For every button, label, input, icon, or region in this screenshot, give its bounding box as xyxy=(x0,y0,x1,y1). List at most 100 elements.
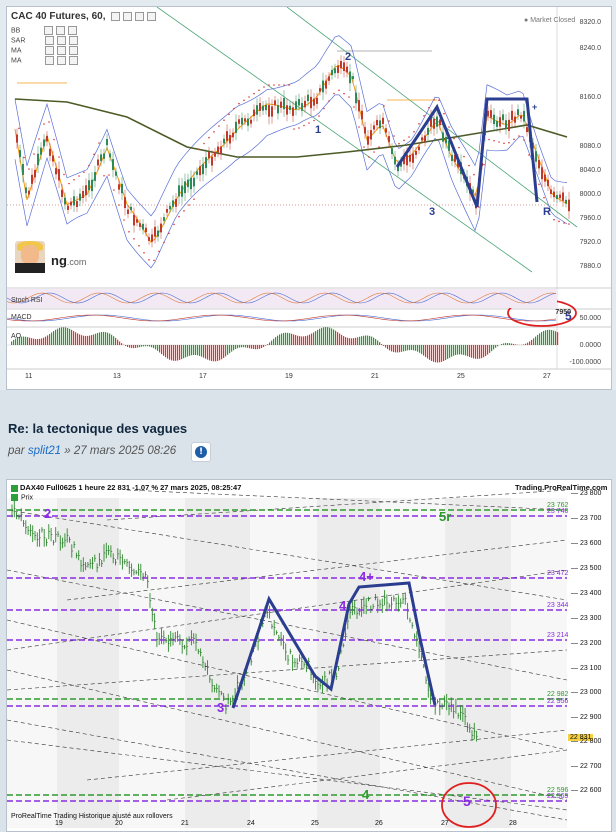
ao-bar xyxy=(271,341,272,345)
ao-bar xyxy=(267,344,268,345)
price-level-label: 23 472 xyxy=(547,570,568,577)
ao-bar xyxy=(329,328,330,345)
ao-bar xyxy=(23,337,24,345)
candle-body xyxy=(250,120,252,124)
price-level-label: 22 956 xyxy=(547,698,568,705)
indicator-sar[interactable]: SAR xyxy=(11,36,78,45)
ao-bar xyxy=(195,345,196,355)
ao-bar xyxy=(549,330,550,345)
bottom-wave-label-2: 2 xyxy=(44,506,51,521)
cac40-chart[interactable] xyxy=(7,7,611,389)
ao-bar xyxy=(353,338,354,345)
bottom-wave-label-4plus: 4+ xyxy=(359,569,374,584)
ao-bar xyxy=(319,329,320,345)
ao-bar xyxy=(371,337,372,345)
ao-bar xyxy=(203,345,204,358)
candle-body xyxy=(325,81,327,89)
post-title[interactable]: Re: la tectonique des vagues xyxy=(8,421,187,436)
quote-button[interactable]: ! xyxy=(191,442,211,462)
candle-body xyxy=(520,116,522,119)
bottom-chart-frame: DAX40 Full0625 1 heure 22 831 -1,07 % 27… xyxy=(6,479,612,832)
ao-bar xyxy=(241,345,242,347)
candle-body xyxy=(127,209,129,214)
candle-body xyxy=(262,106,264,111)
ao-bar xyxy=(437,345,438,363)
ao-bar xyxy=(147,345,148,346)
ao-bar xyxy=(425,345,426,357)
sar-dot xyxy=(298,127,300,129)
ao-bar xyxy=(29,338,30,345)
candle-body xyxy=(58,169,60,180)
eye-toggle-icon[interactable] xyxy=(111,12,120,21)
sar-dot xyxy=(313,120,315,122)
candle-body xyxy=(244,118,246,121)
candle-body xyxy=(307,95,309,101)
ao-bar xyxy=(97,333,98,345)
ao-bar xyxy=(69,329,70,345)
close-icon[interactable] xyxy=(135,12,144,21)
candle-body xyxy=(103,153,105,158)
ao-bar xyxy=(281,334,282,345)
y-axis-label: — 22 800 xyxy=(571,738,601,745)
candle-body xyxy=(193,178,195,187)
ao-bar xyxy=(361,336,362,345)
ao-bar xyxy=(337,332,338,345)
sar-dot xyxy=(468,165,470,167)
sar-dot xyxy=(258,90,260,92)
ao-zero-label: 0.0000 xyxy=(580,342,601,349)
chart-title: CAC 40 Futures, 60, xyxy=(11,11,156,22)
sar-dot xyxy=(68,183,70,185)
ao-bar xyxy=(171,345,172,360)
ao-bar xyxy=(129,345,130,348)
indicator-bb[interactable]: BB xyxy=(11,26,77,35)
candle-body xyxy=(526,127,528,132)
ao-bar xyxy=(279,334,280,345)
candle-body xyxy=(364,127,366,133)
candle-body xyxy=(499,117,501,126)
candle-body xyxy=(220,146,222,154)
sar-dot xyxy=(123,219,125,221)
day-band xyxy=(511,498,567,828)
ao-bar xyxy=(359,337,360,345)
bottom-wave-label-3: 3 xyxy=(217,700,224,715)
ao-bar xyxy=(125,345,126,346)
ao-bar xyxy=(103,332,104,345)
more-icon[interactable] xyxy=(147,12,156,21)
ao-bar xyxy=(399,345,400,352)
ao-bar xyxy=(257,345,258,349)
ao-bar xyxy=(417,345,418,352)
y-axis-label: — 23 400 xyxy=(571,590,601,597)
candle-body xyxy=(355,93,357,104)
sar-dot xyxy=(363,146,365,148)
ao-bar xyxy=(249,345,250,348)
ao-bar xyxy=(435,345,436,362)
ao-bar xyxy=(543,331,544,345)
ao-bar xyxy=(315,331,316,345)
ao-bar xyxy=(197,345,198,355)
ao-bar xyxy=(139,345,140,347)
settings-icon[interactable] xyxy=(123,12,132,21)
ao-bar xyxy=(293,334,294,345)
candle-body xyxy=(31,175,33,184)
ao-bar xyxy=(453,345,454,356)
candle-body xyxy=(28,191,30,195)
dax40-chart[interactable] xyxy=(7,480,611,831)
ao-bar xyxy=(57,329,58,345)
candle-body xyxy=(46,136,48,142)
candle-body xyxy=(43,140,45,147)
y-axis-label: — 22 600 xyxy=(571,787,601,794)
indicator-ma-1[interactable]: MA xyxy=(11,46,78,55)
post-author-link[interactable]: split21 xyxy=(28,445,61,457)
sar-dot xyxy=(118,204,120,206)
ao-bar xyxy=(205,345,206,359)
ao-bar xyxy=(49,334,50,345)
sar-dot xyxy=(383,105,385,107)
candle-body xyxy=(166,209,168,213)
sar-dot xyxy=(403,140,405,142)
candle-body xyxy=(88,180,90,190)
ao-bar xyxy=(233,345,234,350)
ao-bar xyxy=(27,337,28,345)
candle-body xyxy=(256,105,258,115)
indicator-ma-2[interactable]: MA xyxy=(11,56,78,65)
sar-dot xyxy=(523,139,525,141)
